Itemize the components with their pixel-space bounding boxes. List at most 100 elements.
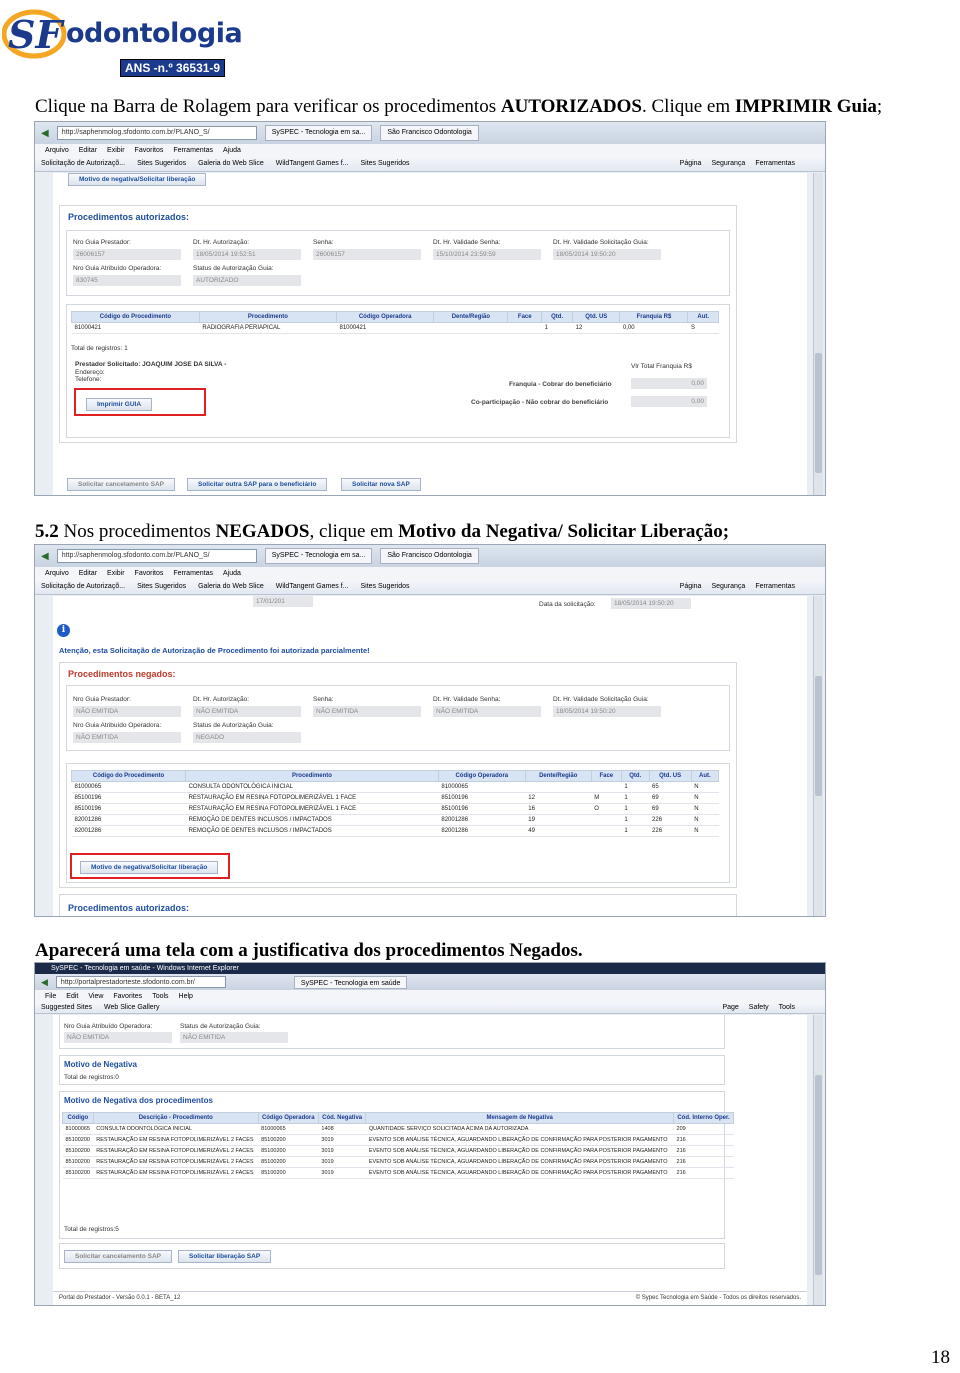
- column-header[interactable]: Descrição - Procedimento: [92, 1112, 259, 1124]
- tab-sao-francisco[interactable]: São Francisco Odontologia: [380, 125, 479, 141]
- fav-4[interactable]: WildTangent Games f...: [276, 160, 349, 167]
- fav-1[interactable]: Solicitação de Autorizaçõ...: [41, 583, 125, 590]
- menu-edit[interactable]: Edit: [66, 993, 78, 1000]
- column-header[interactable]: Código Operadora: [257, 1112, 319, 1124]
- column-header[interactable]: Dente/Região: [524, 770, 592, 782]
- scrollbar[interactable]: [813, 173, 823, 495]
- solicitar-outra-sap-button[interactable]: Solicitar outra SAP para o beneficiário: [187, 478, 328, 491]
- field-value: NÃO EMITIDA: [313, 706, 421, 717]
- menu-favoritos[interactable]: Favoritos: [135, 147, 164, 154]
- menu-help[interactable]: Help: [179, 993, 193, 1000]
- column-header[interactable]: Qtd. US: [648, 770, 692, 782]
- column-header[interactable]: Dente/Região: [433, 311, 509, 323]
- menu-safety[interactable]: Safety: [749, 1004, 769, 1011]
- tab-syspec[interactable]: SySPEC - Tecnologia em sa...: [264, 548, 373, 564]
- address-input[interactable]: http://portalprestadorteste.sfodonto.com…: [55, 976, 226, 988]
- menu-file[interactable]: File: [45, 993, 56, 1000]
- menu-editar[interactable]: Editar: [79, 147, 97, 154]
- column-header[interactable]: Procedimento: [185, 770, 439, 782]
- page-footer: Portal do Prestador - Versão 0.0.1 - BET…: [53, 1291, 807, 1305]
- menu-ferramentas-right[interactable]: Ferramentas: [755, 583, 795, 590]
- menu-exibir[interactable]: Exibir: [107, 570, 125, 577]
- solicitar-cancelamento-button[interactable]: Solicitar cancelamento SAP: [64, 1250, 172, 1263]
- column-header[interactable]: Franquia R$: [619, 311, 689, 323]
- menu-ajuda[interactable]: Ajuda: [223, 570, 241, 577]
- solicitar-cancelamento-button[interactable]: Solicitar cancelamento SAP: [67, 478, 175, 491]
- column-header[interactable]: Mensagem de Negativa: [365, 1112, 675, 1124]
- menu-tools-right[interactable]: Tools: [779, 1004, 795, 1011]
- solicitar-nova-sap-button[interactable]: Solicitar nova SAP: [341, 478, 421, 491]
- table-cell: 69: [649, 792, 692, 804]
- menu-favorites[interactable]: Favorites: [113, 993, 142, 1000]
- motivo-negativa-button-top[interactable]: Motivo de negativa/Solicitar liberação: [68, 173, 207, 186]
- fav-3[interactable]: Galeria do Web Slice: [198, 160, 264, 167]
- scrollbar[interactable]: [813, 596, 823, 916]
- table-cell: RESTAURAÇÃO EM RESINA FOTOPOLIMERIZÁVEL …: [93, 1145, 259, 1157]
- fav-suggested[interactable]: Suggested Sites: [41, 1004, 92, 1011]
- tab-syspec[interactable]: SySPEC - Tecnologia em saúde: [293, 975, 408, 989]
- column-header[interactable]: Cód. Negativa: [317, 1112, 367, 1124]
- column-header[interactable]: Procedimento: [198, 311, 338, 323]
- scrollbar-thumb[interactable]: [815, 1075, 822, 1275]
- scrollbar-thumb[interactable]: [815, 676, 822, 796]
- fav-2[interactable]: Sites Sugeridos: [137, 160, 186, 167]
- menu-arquivo[interactable]: Arquivo: [45, 570, 69, 577]
- scrollbar[interactable]: [813, 1015, 823, 1305]
- fav-5[interactable]: Sites Sugeridos: [360, 160, 409, 167]
- menu-page[interactable]: Page: [722, 1004, 738, 1011]
- field-value: NÃO EMITIDA: [73, 732, 181, 743]
- fav-web-slice[interactable]: Web Slice Gallery: [104, 1004, 160, 1011]
- table-cell: 85100200: [62, 1167, 94, 1179]
- table-cell: 1: [621, 792, 650, 804]
- column-header[interactable]: Código: [62, 1112, 94, 1124]
- back-icon[interactable]: ◀: [41, 551, 49, 562]
- menu-seguranca[interactable]: Segurança: [711, 160, 745, 167]
- tab-sao-francisco[interactable]: São Francisco Odontologia: [380, 548, 479, 564]
- menu-view[interactable]: View: [88, 993, 103, 1000]
- table-cell: EVENTO SOB ANÁLISE TÉCNICA, AGUARDANDO L…: [365, 1134, 674, 1146]
- table-cell: 82001286: [438, 814, 526, 826]
- tab-syspec[interactable]: SySPEC - Tecnologia em sa...: [264, 125, 373, 141]
- page-content: Nro Guia Atribuído Operadora: NÃO EMITID…: [53, 1015, 807, 1305]
- field-label: Dt. Hr. Validade Solicitação Guia:: [553, 239, 649, 246]
- menu-arquivo[interactable]: Arquivo: [45, 147, 69, 154]
- column-header[interactable]: Qtd.: [541, 311, 574, 323]
- field-label: Nro Guia Prestador:: [73, 239, 131, 246]
- address-input[interactable]: http://saphenmolog.sfodonto.com.br/PLANO…: [56, 549, 257, 563]
- column-header[interactable]: Face: [590, 770, 622, 782]
- fav-5[interactable]: Sites Sugeridos: [360, 583, 409, 590]
- menu-seguranca[interactable]: Segurança: [711, 583, 745, 590]
- menu-tools[interactable]: Tools: [152, 993, 168, 1000]
- menu-ferramentas-right[interactable]: Ferramentas: [755, 160, 795, 167]
- column-header[interactable]: Código Operadora: [437, 770, 526, 782]
- fav-4[interactable]: WildTangent Games f...: [276, 583, 349, 590]
- column-header[interactable]: Código Operadora: [335, 311, 435, 323]
- column-header[interactable]: Código do Procedimento: [70, 770, 187, 782]
- menu-ferramentas[interactable]: Ferramentas: [173, 147, 213, 154]
- solicitar-liberacao-button[interactable]: Solicitar liberação SAP: [178, 1250, 272, 1263]
- column-header[interactable]: Aut.: [687, 311, 719, 323]
- fav-2[interactable]: Sites Sugeridos: [137, 583, 186, 590]
- column-header[interactable]: Código do Procedimento: [71, 311, 200, 323]
- fav-3[interactable]: Galeria do Web Slice: [198, 583, 264, 590]
- scrollbar-thumb[interactable]: [815, 353, 822, 473]
- column-header[interactable]: Qtd.: [620, 770, 650, 782]
- menu-ajuda[interactable]: Ajuda: [223, 147, 241, 154]
- highlight-box: [70, 853, 230, 879]
- menu-favoritos[interactable]: Favoritos: [135, 570, 164, 577]
- address-input[interactable]: http://saphenmolog.sfodonto.com.br/PLANO…: [56, 126, 257, 140]
- motivo-proc-title: Motivo de Negativa dos procedimentos: [64, 1096, 213, 1105]
- menu-pagina[interactable]: Página: [680, 583, 702, 590]
- column-header[interactable]: Face: [507, 311, 543, 323]
- back-icon[interactable]: ◀: [41, 128, 49, 139]
- column-header[interactable]: Qtd. US: [572, 311, 621, 323]
- column-header[interactable]: Cód. Interno Oper.: [673, 1112, 734, 1124]
- menu-pagina[interactable]: Página: [680, 160, 702, 167]
- fav-1[interactable]: Solicitação de Autorizaçõ...: [41, 160, 125, 167]
- back-icon[interactable]: ◀: [41, 977, 48, 988]
- column-header[interactable]: Aut.: [690, 770, 720, 782]
- menu-ferramentas[interactable]: Ferramentas: [173, 570, 213, 577]
- table-row: 85100196 RESTAURAÇÃO EM RESINA FOTOPOLIME…: [71, 803, 719, 815]
- menu-exibir[interactable]: Exibir: [107, 147, 125, 154]
- menu-editar[interactable]: Editar: [79, 570, 97, 577]
